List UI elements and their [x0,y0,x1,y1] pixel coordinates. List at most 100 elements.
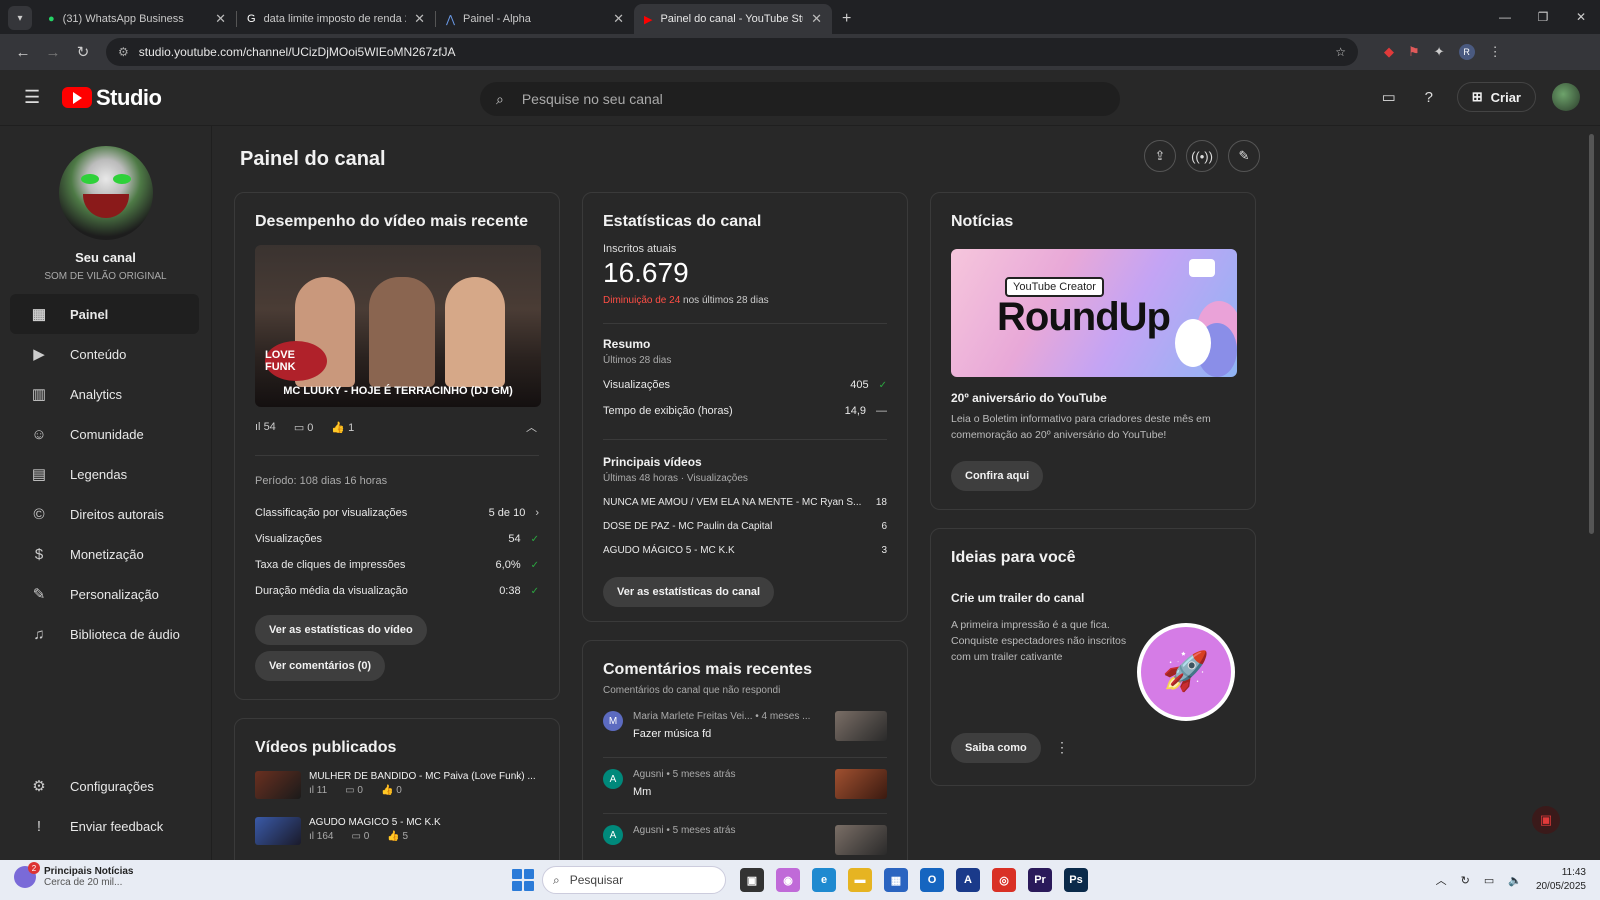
close-tab-icon[interactable]: ✕ [414,11,425,27]
sync-icon[interactable]: ↻ [1461,874,1470,887]
premiere-icon[interactable]: Pr [1028,868,1052,892]
back-icon[interactable]: ← [8,44,38,61]
browser-tab-alpha[interactable]: ⋀ Painel - Alpha ✕ [436,4,634,34]
account-avatar[interactable] [1552,83,1580,111]
chevron-up-icon[interactable]: ︿ [1436,872,1447,888]
site-info-icon[interactable]: ⚙ [118,45,129,59]
url-field[interactable]: ⚙ studio.youtube.com/channel/UCizDjMOoi5… [106,38,1358,66]
idea-cta-button[interactable]: Saiba como [951,733,1041,763]
profile-avatar[interactable]: R [1458,44,1475,60]
channel-avatar[interactable] [58,146,153,240]
help-icon[interactable]: ? [1417,85,1441,109]
close-tab-icon[interactable]: ✕ [811,11,822,27]
channel-name: Seu canal [75,250,136,265]
channel-subtitle: SOM DE VILÃO ORIGINAL [44,271,167,282]
store-icon[interactable]: ▦ [884,868,908,892]
subtitles-icon: ▤ [31,466,47,483]
network-icon[interactable]: ▭ [1484,874,1494,887]
latest-video-thumbnail[interactable]: LOVE FUNK MC LUUKY - HOJE É TERRACINHO (… [255,245,541,407]
browser-tab-google[interactable]: G data limite imposto de renda 20 ✕ [237,4,435,34]
card-title: Vídeos publicados [255,739,397,756]
check-icon: ✓ [530,533,539,545]
create-post-icon[interactable]: ✎ [1228,140,1260,172]
view-comments-button[interactable]: Ver comentários (0) [255,651,386,681]
list-item[interactable]: AGUDO MÁGICO 5 - MC K.K ıl 164 ▭ 0 👍 5 [255,817,535,845]
channel-stats-card: Estatísticas do canal Inscritos atuais 1… [582,192,908,622]
reload-icon[interactable]: ↻ [68,43,98,61]
copilot-icon[interactable]: ◉ [776,868,800,892]
go-live-icon[interactable]: ((•)) [1186,140,1218,172]
sidebar-item-biblioteca[interactable]: ♫ Biblioteca de áudio [10,614,199,654]
sidebar-item-comunidade[interactable]: ☺ Comunidade [10,414,199,454]
video-stats-button[interactable]: Ver as estatísticas do vídeo [255,615,427,645]
sidebar-item-configuracoes[interactable]: ⚙ Configurações [10,766,200,806]
upload-icon[interactable]: ⇪ [1144,140,1176,172]
volume-icon[interactable]: 🔈 [1508,874,1522,887]
top-video-row[interactable]: DOSE DE PAZ - MC Paulin da Capital 6 [603,521,887,532]
outlook-icon[interactable]: O [920,868,944,892]
browser-menu-icon[interactable]: ⋮ [1489,44,1502,60]
chrome-icon[interactable]: ◎ [992,868,1016,892]
top-video-row[interactable]: AGUDO MÁGICO 5 - MC K.K 3 [603,545,887,556]
photoshop-icon[interactable]: Ps [1064,868,1088,892]
sidebar-item-legendas[interactable]: ▤ Legendas [10,454,199,494]
thumbs-up-icon: 👍 [331,422,346,434]
task-view-icon[interactable]: ▣ [740,868,764,892]
more-options-icon[interactable]: ⋮ [1055,739,1069,756]
card-title: Notícias [951,213,1014,230]
sidebar-item-analytics[interactable]: ▥ Analytics [10,374,199,414]
bookmark-star-icon[interactable]: ☆ [1335,45,1346,59]
sidebar-item-feedback[interactable]: ! Enviar feedback [10,806,200,846]
sidebar-item-painel[interactable]: ▦ Painel [10,294,199,334]
file-explorer-icon[interactable]: ▬ [848,868,872,892]
list-item[interactable]: MULHER DE BANDIDO - MC Paiva (Love Funk)… [255,771,535,799]
video-thumbnail [835,769,887,799]
channel-stats-button[interactable]: Ver as estatísticas do canal [603,577,775,607]
tab-search-dropdown[interactable]: ▾ [8,6,32,30]
extension-flag-icon[interactable]: ⚑ [1408,44,1420,60]
extensions-puzzle-icon[interactable]: ✦ [1434,44,1445,60]
close-window-icon[interactable]: ✕ [1562,0,1600,34]
studio-logo[interactable]: Studio [62,85,162,111]
channel-search-input[interactable]: ⌕ Pesquise no seu canal [480,82,1120,116]
forward-icon[interactable]: → [38,44,68,61]
edge-icon[interactable]: e [812,868,836,892]
page-scrollbar[interactable] [1589,134,1594,534]
extension-red-icon[interactable]: ◆ [1384,44,1394,60]
messages-icon[interactable]: ▭ [1377,85,1401,109]
taskbar-search-input[interactable]: ⌕ Pesquisar [542,866,726,894]
new-tab-icon[interactable]: + [842,10,851,28]
news-widget[interactable]: 2 Principais Notícias Cerca de 20 mil... [14,862,133,888]
gift-icon[interactable]: ▣ [1532,806,1560,834]
stat-row[interactable]: Classificação por visualizações 5 de 10 › [255,507,539,519]
comment-icon: ▭ [293,422,305,434]
sidebar-item-monetizacao[interactable]: $ Monetização [10,534,199,574]
news-banner-image[interactable]: YouTube Creator RoundUp [951,249,1237,377]
thumbnail-caption: MC LUUKY - HOJE É TERRACINHO (DJ GM) [283,385,513,397]
sidebar-item-direitos[interactable]: © Direitos autorais [10,494,199,534]
minimize-icon[interactable]: — [1486,0,1524,34]
clock[interactable]: 11:43 20/05/2025 [1536,866,1586,894]
close-tab-icon[interactable]: ✕ [613,11,624,27]
alpha-app-icon[interactable]: A [956,868,980,892]
news-widget-icon: 2 [14,862,40,888]
create-button[interactable]: ⊞ Criar [1456,82,1536,112]
create-video-icon: ⊞ [1471,89,1483,104]
top-video-row[interactable]: NUNCA ME AMOU / VEM ELA NA MENTE - MC Ry… [603,497,887,508]
browser-tab-youtube-studio[interactable]: ▶ Painel do canal - YouTube Studio ✕ [634,4,832,34]
video-thumbnail [835,825,887,855]
comment-item[interactable]: M Maria Marlete Freitas Vei... • 4 meses… [603,711,887,741]
sidebar-item-conteudo[interactable]: ▶ Conteúdo [10,334,199,374]
close-tab-icon[interactable]: ✕ [215,11,226,27]
period-text: Período: 108 dias 16 horas [255,475,388,487]
comment-item[interactable]: A Agusni • 5 meses atrás Mm [603,769,887,799]
windows-start-icon[interactable] [512,869,534,891]
browser-tab-whatsapp[interactable]: ● (31) WhatsApp Business ✕ [38,4,236,34]
video-metrics: ıl 54 ▭ 0 👍 1 [255,421,354,434]
news-cta-button[interactable]: Confira aqui [951,461,1044,491]
comment-item[interactable]: A Agusni • 5 meses atrás [603,825,887,855]
hamburger-menu-icon[interactable]: ☰ [24,87,40,108]
restore-icon[interactable]: ❐ [1524,0,1562,34]
chevron-up-icon[interactable]: ︿ [526,419,537,435]
sidebar-item-personalizacao[interactable]: ✎ Personalização [10,574,199,614]
